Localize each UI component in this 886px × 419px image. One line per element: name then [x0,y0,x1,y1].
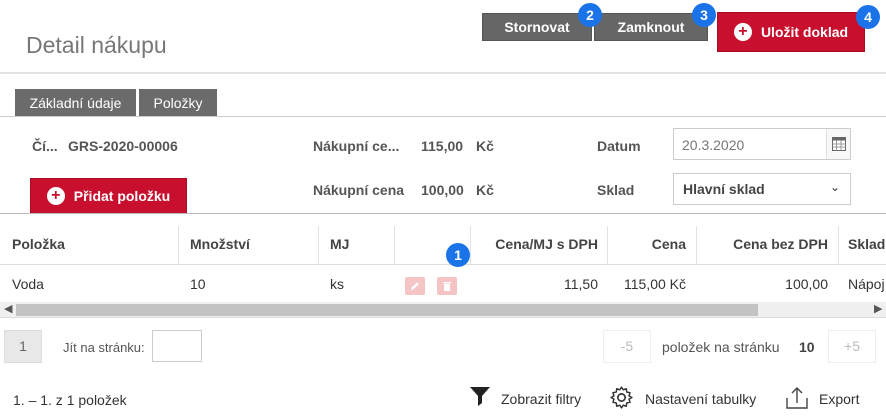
goto-page-input[interactable] [152,330,202,362]
table-settings-button[interactable]: Nastavení tabulky [645,391,756,407]
cell-price-no-vat: 100,00 [785,276,828,292]
per-page-value[interactable]: 10 [799,339,815,355]
items-summary: 1. – 1. z 1 položek [13,392,127,408]
column-header-item[interactable]: Položka [12,236,65,252]
save-document-label: Uložit doklad [760,24,849,40]
column-header-price-no-vat[interactable]: Cena bez DPH [696,236,828,252]
column-header-unit[interactable]: MJ [330,236,349,252]
date-value: 20.3.2020 [682,137,745,153]
filter-icon[interactable] [468,384,494,410]
cell-quantity: 10 [190,276,206,292]
date-field[interactable]: 20.3.2020 [673,128,851,160]
purchase-price-label: Nákupní cena [313,182,405,198]
purchase-price-vat-label: Nákupní ce... [313,138,400,154]
column-separator [318,226,319,264]
save-document-button[interactable]: + Uložit doklad [717,12,865,52]
show-filters-button[interactable]: Zobrazit filtry [501,391,581,407]
cell-price: 115,00 Kč [623,276,686,292]
warehouse-label: Sklad [597,182,635,198]
purchase-price-vat-value: 115,00 [421,138,464,154]
step-badge-2: 2 [578,3,602,27]
purchase-price-value: 100,00 [421,182,464,198]
scrollbar-thumb[interactable] [16,304,758,316]
grid-top-border [0,213,886,214]
per-page-label: položek na stránku [662,339,780,355]
warehouse-select[interactable]: Hlavní sklad ⌄ [673,173,851,205]
step-badge-3: 3 [692,3,716,27]
column-header-unit-price-vat[interactable]: Cena/MJ s DPH [470,236,598,252]
page-plus-5-button[interactable]: +5 [828,330,876,363]
column-header-quantity[interactable]: Množství [190,236,250,252]
pager-current-page[interactable]: 1 [4,330,42,363]
export-button[interactable]: Export [819,391,859,407]
delete-icon[interactable] [437,277,457,295]
page-title: Detail nákupu [26,32,167,58]
edit-icon[interactable] [405,277,425,295]
chevron-down-icon: ⌄ [829,180,840,194]
page-minus-5-button[interactable]: -5 [603,330,651,363]
tab-basic-info[interactable]: Základní údaje [15,89,136,117]
scroll-left-arrow-icon[interactable]: ◀ [4,302,12,315]
number-label: Čí... [32,138,58,154]
plus-circle-icon: + [46,187,65,205]
cell-unit: ks [330,276,344,292]
purchase-price-currency: Kč [476,182,494,198]
date-label: Datum [597,138,641,154]
tab-items[interactable]: Položky [139,89,217,117]
column-separator [394,226,395,264]
purchase-price-vat-currency: Kč [476,138,494,154]
step-badge-1: 1 [446,243,470,267]
cancel-button[interactable]: Stornovat [482,13,592,41]
step-badge-4: 4 [856,5,880,29]
scroll-right-arrow-icon[interactable]: ▶ [874,302,882,315]
column-header-price[interactable]: Cena [607,236,686,252]
export-icon[interactable] [783,384,811,412]
cell-item: Voda [12,276,44,292]
warehouse-select-value: Hlavní sklad [683,181,765,197]
column-header-warehouse[interactable]: Sklad [848,236,885,252]
cell-unit-price-vat: 11,50 [564,276,598,292]
add-item-label: Přidat položku [73,188,171,204]
cell-warehouse: Nápoj [848,276,885,292]
header-row-divider [0,264,886,265]
header-divider [0,72,886,74]
goto-page-label: Jít na stránku: [63,340,145,355]
number-value: GRS-2020-00006 [68,138,178,154]
calendar-icon[interactable] [826,129,850,159]
tabs-divider [0,116,886,117]
lock-button[interactable]: Zamknout [594,13,708,41]
add-item-button[interactable]: + Přidat položku [30,178,187,214]
column-separator [838,226,839,264]
plus-circle-icon: + [733,23,752,41]
column-separator [178,226,179,264]
gear-icon[interactable] [609,385,635,411]
